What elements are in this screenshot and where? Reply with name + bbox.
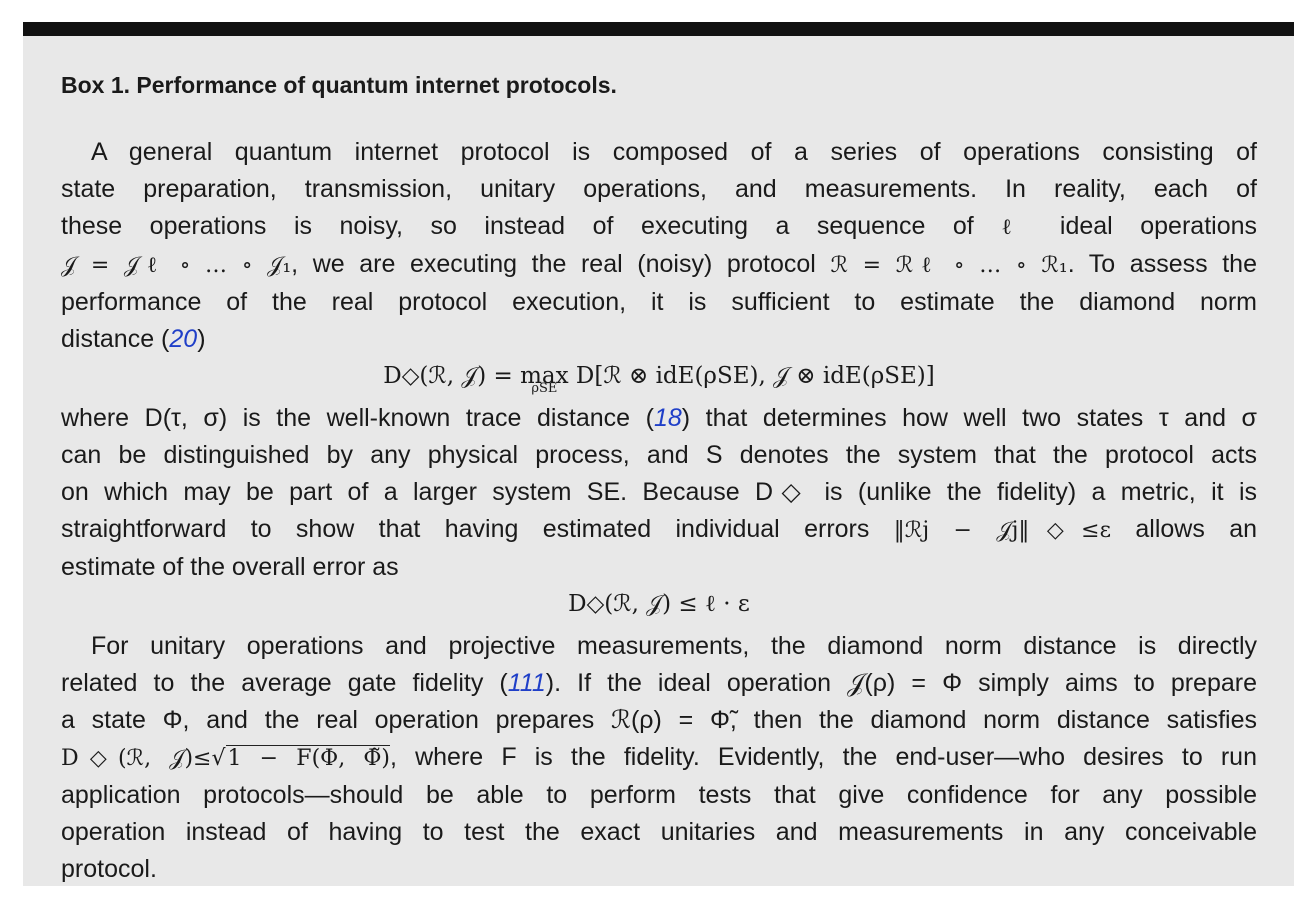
p2-line-1-text-a: where D(τ, σ) is the well-known trace di… (61, 404, 654, 432)
box-title: Box 1. Performance of quantum internet p… (61, 72, 617, 98)
p1-line-4-text-a: , we are executing the real (noisy) prot… (291, 250, 816, 278)
eq1-max: max ρSE (520, 358, 569, 396)
p2-line-4: straightforward to show that having esti… (61, 511, 1257, 549)
p1-line-4: 𝒥 = 𝒥ℓ ∘ … ∘ 𝒥₁, we are executing the re… (61, 246, 1257, 284)
sqrt-sign: √ (211, 746, 226, 771)
p2-line-2: can be distinguished by any physical pro… (61, 441, 1257, 469)
ideal-ops-formula: 𝒥 = 𝒥ℓ ∘ … ∘ 𝒥₁ (61, 253, 292, 278)
p1-line-6-text-a: distance ( (61, 325, 170, 353)
fidelity-bound-lhs: D◇(ℛ, 𝒥)≤ (61, 746, 212, 771)
p1-line-1: A general quantum internet protocol is c… (91, 138, 1257, 166)
p2-line-4-text-a: straightforward to show that having esti… (61, 515, 870, 543)
p1-line-3-text-b: ideal operations (1059, 212, 1257, 240)
p1-line-5: performance of the real protocol executi… (61, 288, 1257, 316)
box-body: A general quantum internet protocol is c… (61, 134, 1257, 888)
p2-line-5: estimate of the overall error as (61, 553, 399, 581)
p1-line-6-text-b: ) (197, 325, 206, 353)
p3-line-6: operation instead of having to test the … (61, 818, 1257, 846)
p1-line-3: these operations is noisy, so instead of… (61, 208, 1257, 246)
ref-link-20[interactable]: 20 (169, 325, 197, 353)
p3-line-2-text-a: related to the average gate fidelity ( (61, 669, 508, 697)
ref-link-111[interactable]: 111 (508, 669, 546, 697)
p3-line-4: D◇(ℛ, 𝒥)≤√1 − F(Φ, Φ̃), where F is the f… (61, 739, 1257, 777)
individual-error-formula: ‖ℛj − 𝒥j‖◇≤ε (893, 518, 1111, 543)
p3-line-1: For unitary operations and projective me… (91, 632, 1257, 660)
fidelity-sqrt-term: 1 − F(Φ, Φ̃) (225, 745, 390, 771)
eq1-lhs: D◇(ℛ, 𝒥) = (383, 363, 521, 389)
p1-line-2: state preparation, transmission, unitary… (61, 175, 1257, 203)
p3-line-3: a state Φ, and the real operation prepar… (61, 706, 1257, 734)
equation-diamond-norm: D◇(ℛ, 𝒥) = max ρSE D[ℛ ⊗ idE(ρSE), 𝒥 ⊗ id… (61, 358, 1257, 400)
ell-symbol: ℓ (1001, 215, 1033, 240)
p3-line-7: protocol. (61, 855, 157, 883)
eq1-max-subscript: ρSE (531, 381, 558, 396)
p2-line-1: where D(τ, σ) is the well-known trace di… (61, 400, 1257, 437)
p3-line-4-text-b: , where F is the fidelity. Evidently, th… (390, 743, 1257, 771)
p2-line-3: on which may be part of a larger system … (61, 478, 1257, 506)
box-panel: Box 1. Performance of quantum internet p… (23, 22, 1294, 886)
p3-line-5: application protocols—should be able to … (61, 781, 1257, 809)
eq1-rhs: D[ℛ ⊗ idE(ρSE), 𝒥 ⊗ idE(ρSE)] (568, 363, 935, 389)
p3-line-2: related to the average gate fidelity (11… (61, 665, 1257, 702)
p3-line-2-text-b: ). If the ideal operation 𝒥(ρ) = Φ simpl… (545, 669, 1257, 697)
p1-line-3-text-a: these operations is noisy, so instead of… (61, 212, 974, 240)
equation-error-bound: D◇(ℛ, 𝒥) ≤ ℓ · ε (568, 591, 750, 617)
real-ops-formula: ℛ = ℛℓ ∘ … ∘ ℛ₁ (830, 253, 1068, 278)
p1-line-4-text-b: . To assess the (1067, 250, 1257, 278)
p1-line-6: distance (20) (61, 321, 1257, 358)
p2-line-4-text-b: allows an (1135, 515, 1258, 543)
ref-link-18[interactable]: 18 (654, 404, 682, 432)
p2-line-1-text-b: ) that determines how well two states τ … (681, 404, 1257, 432)
